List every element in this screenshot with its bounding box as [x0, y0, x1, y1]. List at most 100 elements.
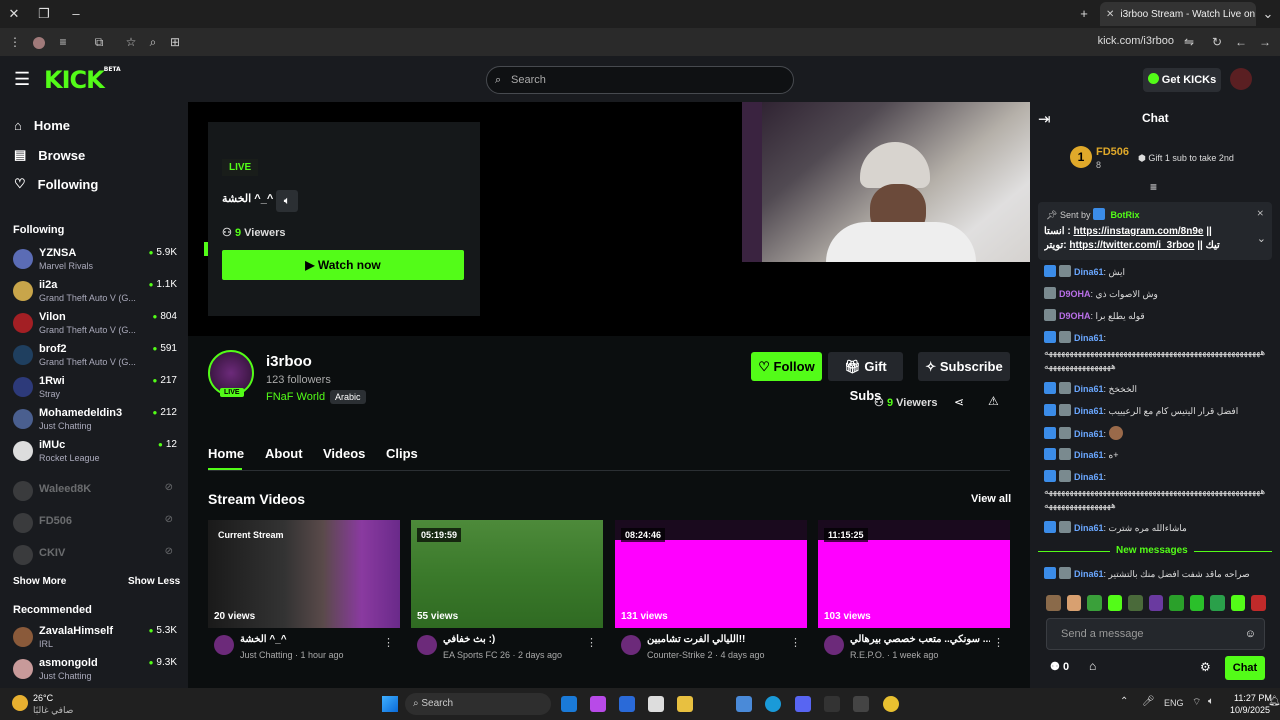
more-options-icon[interactable]: ⋮: [383, 636, 394, 649]
nav-home[interactable]: ⌂ Home: [14, 118, 70, 133]
profile-icon[interactable]: [30, 33, 48, 51]
emote-icon[interactable]: [1251, 595, 1267, 611]
emote-icon[interactable]: [1046, 595, 1061, 611]
recommended-channel-asmongold[interactable]: asmongold Just Chatting 9.3K: [13, 657, 177, 687]
chat-username[interactable]: Dina61: [1074, 429, 1104, 439]
video-thumbnail[interactable]: Current Stream 20 views: [208, 520, 400, 628]
offline-channel-ckiv[interactable]: CKIV ⊘: [13, 543, 177, 573]
kick-logo[interactable]: KICKBETA: [44, 66, 121, 94]
chat-username[interactable]: Dina61: [1074, 267, 1104, 277]
offline-channel-fd506[interactable]: FD506 ⊘: [13, 511, 177, 541]
language-indicator[interactable]: ENG: [1164, 698, 1184, 708]
user-avatar[interactable]: [1230, 68, 1252, 90]
site-settings-icon[interactable]: ⇋: [1180, 33, 1198, 51]
following-channel-1rwi[interactable]: 1Rwi Stray 217: [13, 375, 177, 405]
file-explorer-icon[interactable]: [677, 696, 693, 712]
outlook-icon[interactable]: [561, 696, 577, 712]
video-thumbnail[interactable]: 08:24:46 131 views: [615, 520, 807, 628]
reading-list-icon[interactable]: ≡: [54, 33, 72, 51]
video-card[interactable]: 08:24:46 131 views الليالي الفرت تشامبين…: [615, 520, 807, 660]
nav-browse[interactable]: ▤ Browse: [14, 147, 85, 163]
settings-gear-icon[interactable]: ⚙: [1200, 660, 1211, 674]
send-chat-button[interactable]: Chat: [1225, 656, 1265, 680]
nav-following[interactable]: ♡ Following: [14, 176, 98, 192]
following-channel-brof2[interactable]: brof2 Grand Theft Auto V (G... 591: [13, 343, 177, 373]
report-icon[interactable]: ⚠: [988, 394, 999, 408]
emote-icon[interactable]: [1128, 595, 1143, 611]
volume-icon[interactable]: 🔈︎: [1208, 696, 1214, 707]
follow-button[interactable]: ♡ Follow: [751, 352, 822, 381]
chat-username[interactable]: D9OHA: [1059, 311, 1091, 321]
forward-icon[interactable]: →: [1256, 33, 1274, 51]
clock-time[interactable]: 11:27 PM: [1234, 693, 1272, 703]
emote-icon[interactable]: [1189, 595, 1205, 611]
store-app-icon[interactable]: [648, 696, 664, 712]
menu-dots-icon[interactable]: ⋮: [6, 33, 24, 51]
video-player[interactable]: LIVE الخشة ^_^ 🔈︎ ⚇ 9 Viewers ▶ Watch no…: [188, 102, 1030, 336]
chat-input[interactable]: Send a message ☺: [1046, 618, 1265, 650]
emote-icon[interactable]: [1087, 595, 1102, 611]
video-thumbnail[interactable]: 11:15:25 103 views: [818, 520, 1010, 628]
view-all-link[interactable]: View all: [971, 493, 1011, 505]
video-card[interactable]: 05:19:59 55 views بث خفافي :) EA Sports …: [411, 520, 603, 660]
minimize-window-icon[interactable]: –: [66, 4, 86, 24]
microphone-icon[interactable]: 🎤︎: [1142, 696, 1155, 707]
emote-icon[interactable]: [1107, 595, 1123, 611]
emote-icon[interactable]: [1230, 595, 1246, 611]
more-options-icon[interactable]: ⋮: [993, 636, 1004, 649]
emoji-icon[interactable]: ☺: [1245, 619, 1256, 649]
call-of-duty-icon[interactable]: [824, 696, 840, 712]
share-icon[interactable]: ⋖: [954, 395, 964, 409]
chat-username[interactable]: Dina61: [1074, 406, 1104, 416]
close-tab-icon[interactable]: ✕: [1106, 9, 1114, 20]
tab-clips[interactable]: Clips: [386, 446, 418, 461]
search-input[interactable]: ⌕ Search: [486, 66, 794, 94]
tray-overflow-icon[interactable]: ⌃: [1120, 696, 1128, 707]
back-icon[interactable]: ←: [1232, 33, 1250, 51]
chat-username[interactable]: Dina61: [1074, 569, 1104, 579]
chat-username[interactable]: Dina61: [1074, 472, 1104, 482]
expand-pinned-icon[interactable]: ⌄: [1257, 232, 1266, 245]
twitter-link[interactable]: https://twitter.com/i_3rboo: [1069, 240, 1194, 251]
gift-subs-button[interactable]: 🎁︎ Gift Subs: [828, 352, 903, 403]
chat-username[interactable]: Dina61: [1074, 450, 1104, 460]
new-tab-icon[interactable]: +: [1074, 4, 1094, 24]
emote-icon[interactable]: [1148, 595, 1164, 611]
zoom-icon[interactable]: ⌕: [144, 33, 162, 51]
app-icon[interactable]: [853, 696, 869, 712]
emote-icon[interactable]: [1169, 595, 1184, 611]
instagram-link[interactable]: https://instagram.com/8n9e: [1073, 226, 1203, 237]
url-field[interactable]: kick.com/i3rboo: [1098, 35, 1174, 47]
scroll-icon[interactable]: ≡: [1150, 180, 1157, 194]
chrome-icon[interactable]: [883, 696, 899, 712]
edge-icon[interactable]: [765, 696, 781, 712]
subscribe-button[interactable]: ✧ Subscribe: [918, 352, 1010, 381]
video-card[interactable]: Current Stream 20 views الخشة ^_^ Just C…: [208, 520, 400, 660]
more-options-icon[interactable]: ⋮: [790, 636, 801, 649]
hamburger-menu-icon[interactable]: ☰: [14, 70, 30, 88]
notifications-icon[interactable]: 🔔︎: [1268, 696, 1280, 707]
recommended-channel-zavalahimself[interactable]: ZavalaHimself IRL 5.3K: [13, 625, 177, 655]
chat-username[interactable]: Dina61: [1074, 333, 1104, 343]
extensions-icon[interactable]: ⧉: [90, 33, 108, 51]
close-window-icon[interactable]: ✕: [4, 4, 24, 24]
language-tag[interactable]: Arabic: [330, 390, 366, 404]
unpin-icon[interactable]: ⨯: [1256, 208, 1264, 219]
following-channel-vilon[interactable]: Vilon Grand Theft Auto V (G... 804: [13, 311, 177, 341]
clock-date[interactable]: 10/9/2025: [1230, 705, 1270, 715]
channel-name[interactable]: i3rboo: [266, 353, 312, 370]
following-channel-imuc[interactable]: iMUc Rocket League 12: [13, 439, 177, 469]
chat-username[interactable]: D9OHA: [1059, 289, 1091, 299]
store-icon[interactable]: ⌂: [1089, 659, 1096, 673]
volume-icon[interactable]: 🔈︎: [276, 190, 298, 212]
get-kicks-button[interactable]: Get KICKs: [1143, 68, 1221, 92]
gift-prompt[interactable]: ⬢ Gift 1 sub to take 2nd: [1138, 153, 1234, 164]
tab-list-icon[interactable]: ⌄: [1258, 4, 1278, 24]
following-channel-yznsa[interactable]: YZNSA Marvel Rivals 5.9K: [13, 247, 177, 277]
taskbar-search[interactable]: ⌕ Search: [405, 693, 551, 715]
discord-icon[interactable]: [795, 696, 811, 712]
defender-icon[interactable]: [619, 696, 635, 712]
wifi-icon[interactable]: ⌔: [1192, 696, 1201, 709]
translate-icon[interactable]: ⊞: [166, 33, 184, 51]
copilot-icon[interactable]: [590, 696, 606, 712]
